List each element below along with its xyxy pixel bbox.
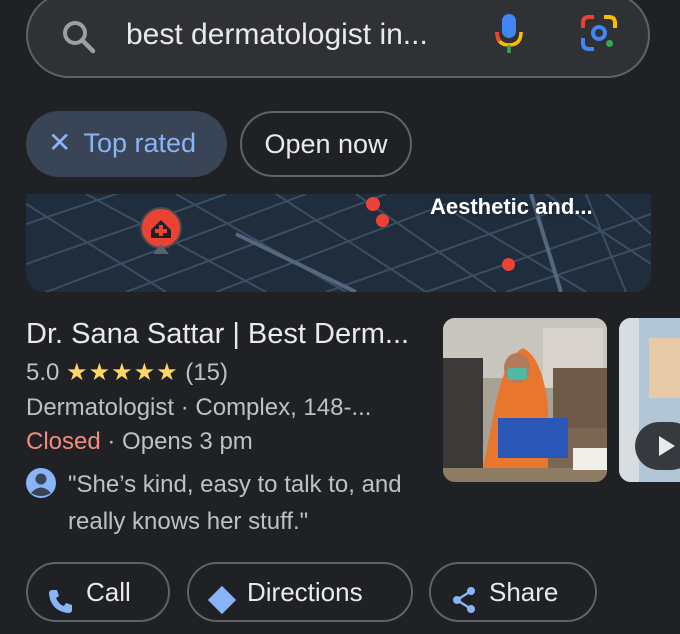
map-dot[interactable] <box>366 197 380 211</box>
share-button[interactable]: Share <box>429 562 597 622</box>
map-view[interactable]: Aesthetic and... <box>26 194 651 292</box>
chip-top-rated[interactable]: ✕ Top rated <box>26 111 227 177</box>
share-icon <box>449 578 479 634</box>
rating-stars: ★★★★★ <box>66 359 179 386</box>
map-dot[interactable] <box>502 258 515 271</box>
share-label: Share <box>489 577 559 607</box>
result-video-thumbnail[interactable] <box>619 318 680 482</box>
result-title[interactable]: Dr. Sana Sattar | Best Derm... <box>26 318 409 351</box>
directions-button[interactable]: Directions <box>187 562 413 622</box>
chip-top-rated-label: Top rated <box>83 128 197 158</box>
chip-open-now[interactable]: Open now <box>240 111 412 177</box>
directions-icon <box>207 578 237 634</box>
directions-label: Directions <box>247 577 363 607</box>
phone-icon <box>46 578 74 634</box>
opening-hours: · Opens 3 pm <box>100 428 253 455</box>
search-icon[interactable] <box>60 18 98 61</box>
review-count[interactable]: (15) <box>185 359 228 386</box>
hours-row: Closed · Opens 3 pm <box>26 428 253 456</box>
mic-icon[interactable] <box>494 12 524 59</box>
map-place-label[interactable]: Aesthetic and... <box>430 194 593 220</box>
play-icon[interactable] <box>635 422 680 470</box>
map-marker[interactable] <box>138 206 184 263</box>
doctor-photo <box>443 318 607 482</box>
user-avatar-icon <box>26 468 56 503</box>
review-text: "She’s kind, easy to talk to, and really… <box>68 471 402 535</box>
search-input[interactable]: best dermatologist in... <box>126 18 466 52</box>
rating-row: 5.0 ★★★★★ (15) <box>26 358 228 387</box>
search-bar[interactable]: best dermatologist in... <box>26 0 650 78</box>
result-photo[interactable] <box>443 318 607 482</box>
call-button[interactable]: Call <box>26 562 170 622</box>
status-closed: Closed <box>26 428 101 455</box>
map-dot[interactable] <box>376 214 389 227</box>
call-label: Call <box>86 577 131 607</box>
google-lens-icon[interactable] <box>580 14 618 57</box>
chip-open-now-label: Open now <box>264 129 388 159</box>
category-address: Dermatologist · Complex, 148-... <box>26 394 372 421</box>
close-icon[interactable]: ✕ <box>48 111 71 175</box>
rating-value: 5.0 <box>26 359 60 386</box>
